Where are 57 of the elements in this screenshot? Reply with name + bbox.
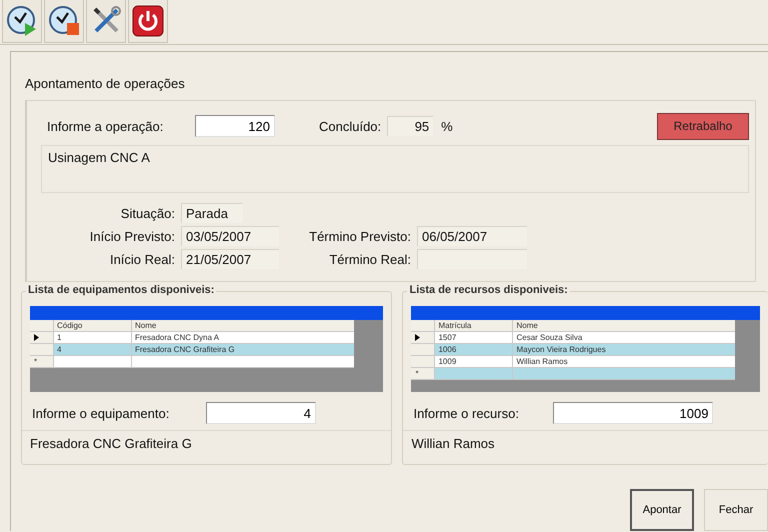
column-header: Nome	[515, 320, 539, 331]
field-label: Término Real:	[328, 252, 411, 266]
field-label: Término Previsto:	[308, 228, 411, 244]
table-cell: 1	[54, 332, 132, 343]
row-header: *	[411, 368, 436, 379]
row-header: *	[30, 356, 54, 367]
group-title: Lista de recursos disponiveis:	[407, 284, 570, 296]
column-header: Matrícula	[435, 320, 514, 331]
column-header: Código	[54, 320, 132, 331]
section-title: Apontamento de operações	[25, 76, 185, 91]
power-button[interactable]	[128, 0, 168, 43]
unit-label: %	[441, 118, 453, 134]
date-value: 03/05/2007	[181, 226, 279, 246]
field-label: Informe o recurso:	[413, 406, 520, 420]
row-header	[411, 344, 436, 355]
table-row[interactable]: 1009 Willian Ramos	[411, 356, 736, 368]
field-label: Início Real:	[108, 252, 175, 266]
table-row[interactable]: 4 Fresadora CNC Grafiteira G	[30, 344, 354, 356]
operation-field[interactable]: 120	[195, 115, 275, 137]
new-table-row[interactable]: *	[30, 356, 354, 368]
table-cell: 1006	[435, 344, 514, 355]
table-row[interactable]: 1507 Cesar Souza Silva	[411, 332, 736, 344]
close-button[interactable]: Fechar	[704, 489, 768, 531]
row-header	[411, 356, 436, 367]
status-value: Parada	[181, 203, 243, 223]
completion-value: 95	[387, 116, 434, 136]
table-cell: 4	[54, 344, 132, 355]
new-table-row[interactable]: *	[411, 368, 736, 380]
clock-button[interactable]	[44, 0, 84, 43]
row-header	[30, 344, 54, 355]
table-cell-text: Willian Ramos	[515, 356, 569, 367]
field-label: Início Previsto:	[88, 228, 175, 244]
field-label: Concluído:	[319, 118, 382, 134]
table-row[interactable]: 1006 Maycon Vieira Rodrigues	[411, 344, 736, 356]
clock-button[interactable]	[2, 0, 42, 43]
selection-result: Fresadora CNC Grafiteira G	[22, 430, 392, 456]
date-value: 21/05/2007	[181, 249, 279, 269]
submit-button[interactable]: Apontar	[630, 489, 694, 531]
resource-field[interactable]: 1009	[553, 402, 714, 424]
rework-button[interactable]: Retrabalho	[657, 112, 749, 140]
date-value: 06/05/2007	[417, 226, 527, 246]
column-header: Nome	[134, 320, 158, 331]
operation-description: Usinagem CNC A	[41, 145, 749, 193]
tools-button[interactable]	[86, 0, 126, 43]
table-cell-text: Cesar Souza Silva	[515, 332, 584, 343]
field-label: Situação:	[120, 206, 175, 220]
table-cell: 1009	[435, 356, 514, 367]
table-cell-text: Maycon Vieira Rodrigues	[515, 344, 607, 355]
table-cell: 1507	[435, 332, 514, 343]
field-label: Informe a operação:	[47, 118, 164, 134]
selection-result: Willian Ramos	[403, 430, 768, 456]
group-title: Lista de equipamentos disponiveis:	[26, 284, 216, 296]
field-label: Informe o equipamento:	[32, 406, 170, 420]
table-row[interactable]: 1 Fresadora CNC Dyna A	[30, 332, 354, 344]
table-cell-text: Fresadora CNC Grafiteira G	[134, 344, 236, 355]
table-cell-text: Fresadora CNC Dyna A	[134, 332, 220, 343]
equipment-field[interactable]: 4	[206, 402, 316, 424]
